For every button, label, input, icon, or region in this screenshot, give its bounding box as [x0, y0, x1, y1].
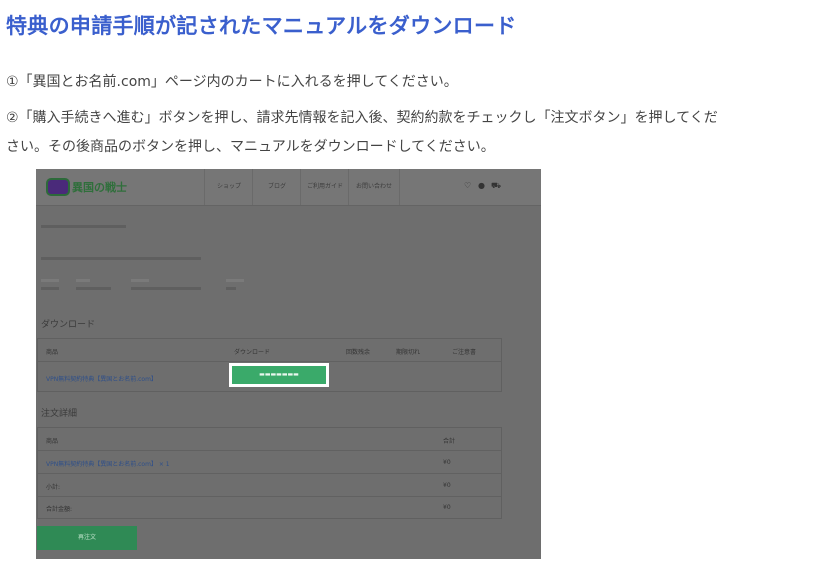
order-item-total: ¥0: [443, 459, 451, 466]
total-label: 合計金額:: [46, 506, 73, 513]
order-meta-label: [76, 279, 90, 282]
column-header: ダウンロード: [234, 349, 271, 356]
instruction-step-2-line-1: ②「購入手続きへ進む」ボタンを押し、請求先情報を記入後、契約約款をチェックし「注…: [6, 110, 718, 126]
nav-item-guide[interactable]: ご利用ガイド: [300, 169, 349, 205]
order-meta-value: [226, 287, 236, 290]
order-meta-value: [76, 287, 111, 290]
page-title: 特典の申請手順が記されたマニュアルをダウンロード: [6, 14, 517, 38]
breadcrumb: [41, 225, 126, 228]
cart-icon[interactable]: ⛟: [491, 181, 501, 191]
column-header: 回数残余: [346, 349, 371, 356]
order-meta-label: [41, 279, 59, 282]
instruction-step-1: ①「異国とお名前.com」ページ内のカートに入れるを押してください。: [6, 74, 458, 90]
column-header: 期限切れ: [396, 349, 421, 356]
download-product-link[interactable]: VPN無料契約特典【異国とお名前.com】: [46, 374, 157, 383]
column-header: 商品: [46, 438, 59, 445]
column-header: 合計: [443, 438, 456, 445]
embedded-screenshot: 異国の戦士 ショップ ブログ ご利用ガイド お問い合わせ ♡ ● ⛟ ダウンロー…: [36, 169, 541, 559]
heart-icon[interactable]: ♡: [464, 181, 471, 190]
order-meta-label: [226, 279, 244, 282]
instruction-step-2: ②「購入手続きへ進む」ボタンを押し、請求先情報を記入後、契約約款をチェックし「注…: [6, 104, 718, 162]
download-manual-button[interactable]: ▬▬▬▬▬▬▬: [229, 363, 329, 387]
order-item-link[interactable]: VPN無料契約特典【異国とお名前.com】 × 1: [46, 459, 170, 468]
total-value: ¥0: [443, 504, 451, 511]
subtotal-value: ¥0: [443, 482, 451, 489]
site-logo-text[interactable]: 異国の戦士: [72, 179, 127, 195]
nav-item-shop[interactable]: ショップ: [204, 169, 253, 205]
reorder-button[interactable]: 再注文: [37, 526, 137, 550]
table-row: [38, 474, 501, 497]
logo-icon: [46, 178, 70, 196]
order-meta-label: [131, 279, 149, 282]
subtotal-label: 小計:: [46, 484, 61, 491]
nav-item-contact[interactable]: お問い合わせ: [348, 169, 400, 205]
nav-item-blog[interactable]: ブログ: [252, 169, 301, 205]
user-icon[interactable]: ●: [478, 181, 485, 190]
site-header: 異国の戦士 ショップ ブログ ご利用ガイド お問い合わせ ♡ ● ⛟: [36, 169, 541, 206]
thank-you-message: [41, 257, 201, 260]
column-header: 商品: [46, 349, 59, 356]
instruction-step-2-line-2: さい。その後商品のボタンを押し、マニュアルをダウンロードしてください。: [6, 139, 495, 155]
order-meta-value: [131, 287, 201, 290]
order-details-table: 商品 合計 VPN無料契約特典【異国とお名前.com】 × 1 ¥0 小計: ¥…: [37, 427, 502, 519]
download-heading: ダウンロード: [41, 320, 96, 330]
table-header-row: [38, 428, 501, 451]
order-details-heading: 注文詳細: [41, 409, 78, 419]
order-meta-value: [41, 287, 59, 290]
column-header: ご注意書: [452, 349, 477, 356]
